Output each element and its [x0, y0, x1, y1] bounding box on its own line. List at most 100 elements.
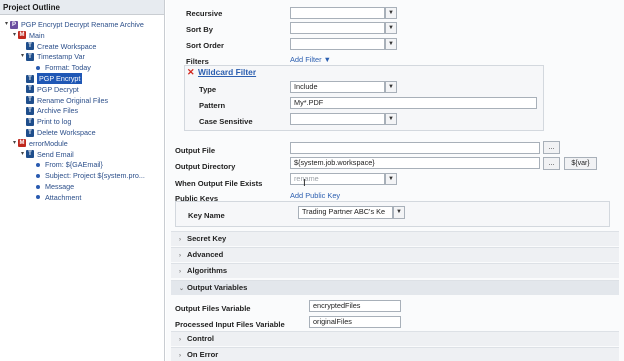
tree-node-task-rename-original-files[interactable]: T Rename Original Files [19, 95, 108, 106]
tree-node-task-archive-files[interactable]: T Archive Files [19, 105, 78, 116]
case-sensitive-dropdown-icon[interactable]: ▼ [385, 113, 397, 125]
section-on-error-label: On Error [187, 350, 219, 359]
tree-node-label: Print to log [37, 117, 72, 127]
tree-node-label: errorModule [29, 138, 68, 148]
section-control[interactable]: › Control [171, 331, 619, 346]
task-icon: T [26, 85, 34, 94]
chevron-right-icon: › [179, 337, 181, 343]
tree-node-module-error[interactable]: ▾ MerrorModule [11, 138, 68, 149]
bullet-icon [36, 184, 40, 189]
tree-node-task-create-workspace[interactable]: T Create Workspace [19, 41, 96, 52]
tree-node-task-pgp-encrypt[interactable]: T PGP Encrypt [19, 73, 83, 84]
add-public-key-link[interactable]: Add Public Key [290, 191, 340, 200]
type-label: Type [199, 85, 217, 94]
tree-node-label: Subject: Project ${system.pro... [45, 171, 145, 181]
task-icon: T [26, 128, 34, 137]
expand-toggle-icon[interactable]: ▾ [11, 30, 18, 41]
tree-node-task-print-to-log[interactable]: T Print to log [19, 116, 71, 127]
output-file-label: Output File [175, 146, 216, 155]
output-directory-browse-button[interactable]: ... [543, 157, 560, 170]
expand-toggle-icon[interactable]: ▾ [19, 51, 26, 62]
output-directory-input[interactable]: ${system.job.workspace} [290, 157, 540, 169]
tree-node-param-from[interactable]: From: ${GAEmail} [27, 159, 103, 170]
recursive-select[interactable] [290, 7, 385, 19]
task-icon: T [26, 96, 34, 105]
bullet-icon [36, 65, 40, 70]
tree-node-param-attachment[interactable]: Attachment [27, 192, 81, 203]
sort-by-select[interactable] [290, 22, 385, 34]
output-files-variable-label: Output Files Variable [175, 304, 251, 313]
tree-node-label: Main [29, 30, 45, 40]
tree-node-label: PGP Encrypt [37, 73, 83, 84]
task-icon: T [26, 42, 34, 51]
section-algorithms[interactable]: › Algorithms [171, 263, 619, 278]
sort-order-dropdown-icon[interactable]: ▼ [385, 38, 397, 50]
processed-input-files-input[interactable]: originalFiles [309, 316, 401, 328]
sort-by-label: Sort By [186, 25, 214, 34]
chevron-down-icon: ⌄ [179, 286, 185, 292]
tree-node-project-root[interactable]: ▾ P PGP Encrypt Decrypt Rename Archive [3, 19, 144, 30]
tree-node-label: Archive Files [37, 106, 79, 116]
key-name-label: Key Name [188, 211, 225, 220]
tree-node-label: Delete Workspace [37, 128, 96, 137]
output-directory-label: Output Directory [175, 162, 236, 171]
tree-node-param-format[interactable]: Format: Today [27, 62, 91, 73]
task-icon: T [26, 52, 34, 61]
module-icon: M [18, 31, 26, 40]
section-secret-key[interactable]: › Secret Key [171, 231, 619, 246]
sort-order-label: Sort Order [186, 41, 224, 50]
add-filter-link[interactable]: Add Filter ▼ [290, 55, 331, 64]
chevron-right-icon: › [179, 253, 181, 259]
recursive-dropdown-icon[interactable]: ▼ [385, 7, 397, 19]
tree-node-label: PGP Encrypt Decrypt Rename Archive [21, 20, 144, 29]
sort-order-select[interactable] [290, 38, 385, 50]
processed-input-files-label: Processed Input Files Variable [175, 320, 285, 329]
output-files-variable-input[interactable]: encryptedFiles [309, 300, 401, 312]
pattern-input[interactable]: My*.PDF [290, 97, 537, 109]
tree-node-task-timestamp-var[interactable]: ▾ T Timestamp Var [19, 51, 85, 62]
section-advanced[interactable]: › Advanced [171, 247, 619, 262]
section-on-error[interactable]: › On Error [171, 347, 619, 361]
expand-toggle-icon[interactable]: ▾ [19, 149, 26, 160]
tree-node-task-send-email[interactable]: ▾ T Send Email [19, 149, 74, 160]
tree-node-label: Format: Today [45, 63, 91, 73]
text-cursor-icon: I [303, 178, 306, 189]
when-output-exists-label: When Output File Exists [175, 179, 263, 188]
sort-by-dropdown-icon[interactable]: ▼ [385, 22, 397, 34]
type-dropdown-icon[interactable]: ▼ [385, 81, 397, 93]
section-control-label: Control [187, 334, 214, 343]
output-file-input[interactable] [290, 142, 540, 154]
case-sensitive-select[interactable] [290, 113, 385, 125]
tree-node-label: Send Email [37, 149, 74, 159]
task-icon: T [26, 150, 34, 159]
tree-node-param-message[interactable]: Message [27, 181, 74, 192]
wildcard-filter-title: Wildcard Filter [198, 67, 257, 77]
insert-variable-button[interactable]: ${var} [564, 157, 597, 170]
module-icon: M [18, 139, 26, 148]
tree-node-label: Create Workspace [37, 41, 97, 51]
key-name-dropdown-icon[interactable]: ▼ [393, 206, 405, 219]
tree-node-label: From: ${GAEmail} [45, 160, 103, 170]
expand-toggle-icon[interactable]: ▾ [3, 19, 10, 30]
chevron-right-icon: › [179, 269, 181, 275]
bullet-icon [36, 162, 40, 167]
tree-node-param-subject[interactable]: Subject: Project ${system.pro... [27, 170, 145, 181]
tree-node-task-delete-workspace[interactable]: T Delete Workspace [19, 127, 96, 138]
project-outline-panel: Project Outline ▾ P PGP Encrypt Decrypt Re… [0, 0, 165, 361]
bullet-icon [36, 173, 40, 178]
when-output-exists-dropdown-icon[interactable]: ▼ [385, 173, 397, 185]
expand-toggle-icon[interactable]: ▾ [11, 138, 18, 149]
type-select[interactable]: Include [290, 81, 385, 93]
pattern-label: Pattern [199, 101, 226, 110]
section-advanced-label: Advanced [187, 250, 224, 259]
tree-node-task-pgp-decrypt[interactable]: T PGP Decrypt [19, 84, 79, 95]
output-file-browse-button[interactable]: ... [543, 141, 560, 154]
remove-filter-icon[interactable]: ✕ [187, 67, 195, 78]
tree-node-label: Timestamp Var [37, 52, 85, 62]
project-icon: P [10, 20, 18, 29]
tree-node-module-main[interactable]: ▾ M Main [11, 30, 45, 41]
key-name-select[interactable]: Trading Partner ABC's Ke [298, 206, 393, 219]
tree-node-label: Attachment [45, 192, 82, 202]
section-output-variables[interactable]: ⌄ Output Variables [171, 280, 619, 295]
tree-node-label: PGP Decrypt [37, 84, 79, 94]
